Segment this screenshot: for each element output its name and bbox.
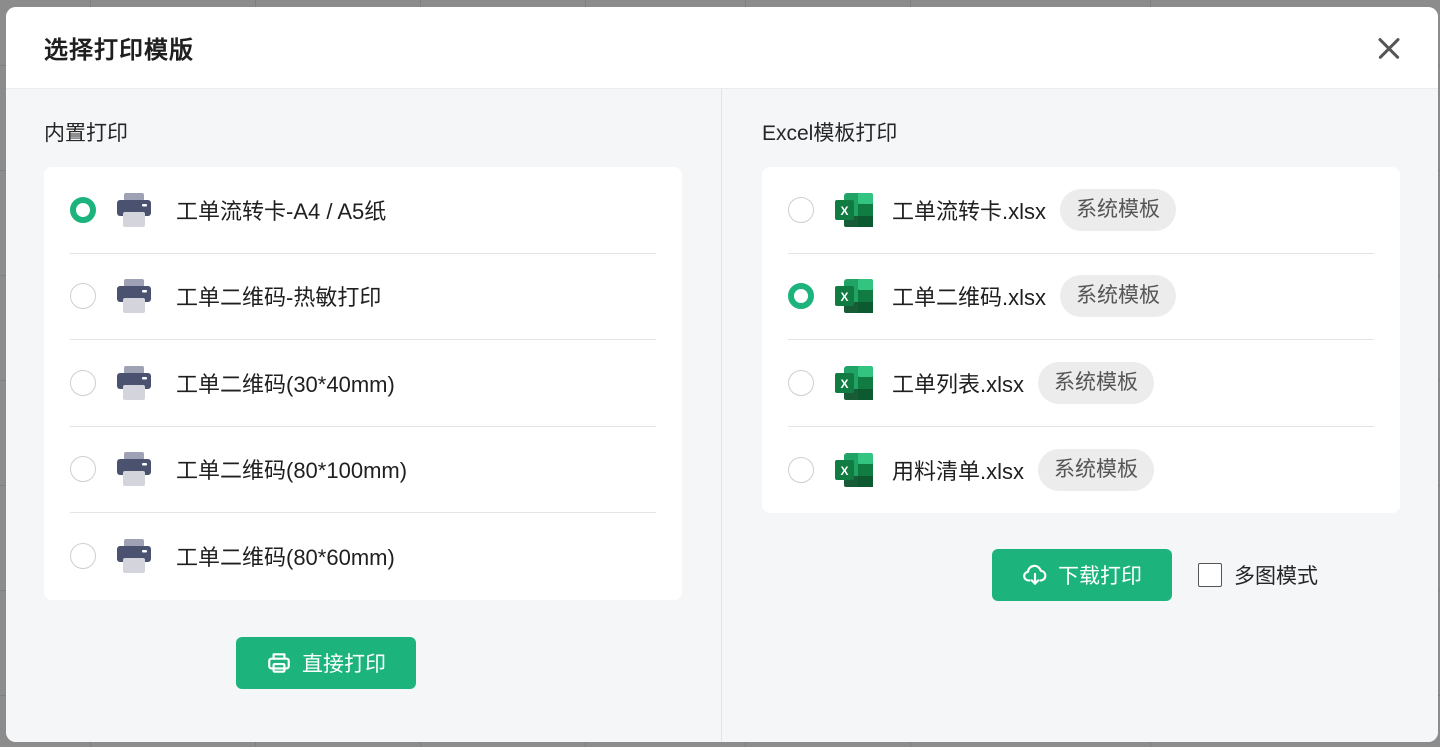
dialog-title: 选择打印模版 <box>44 37 194 64</box>
radio-button[interactable] <box>70 196 96 223</box>
multi-image-mode-checkbox[interactable] <box>1198 563 1222 587</box>
close-icon[interactable] <box>1372 31 1406 65</box>
radio-button[interactable] <box>788 283 814 310</box>
radio-button[interactable] <box>788 456 814 483</box>
system-template-badge: 系统模板 <box>1060 275 1177 318</box>
multi-image-mode-toggle[interactable]: 多图模式 <box>1198 560 1318 590</box>
excel-print-panel: Excel模板打印 X 工单流转卡.xlsx 系统模板 X 工单二维码.xlsx 系… <box>722 89 1438 742</box>
builtin-template-item[interactable]: 工单二维码(80*60mm) <box>70 513 656 600</box>
printer-icon <box>116 278 152 314</box>
radio-button[interactable] <box>788 196 814 223</box>
excel-file-icon: X <box>834 192 874 228</box>
excel-file-icon: X <box>834 278 874 314</box>
builtin-template-list: 工单流转卡-A4 / A5纸 工单二维码-热敏打印 工单二维码(30*40mm)… <box>44 167 682 600</box>
template-name: 工单列表.xlsx <box>892 371 1025 397</box>
template-name: 工单二维码(30*40mm) <box>176 371 395 397</box>
radio-button[interactable] <box>70 456 96 483</box>
system-template-badge: 系统模板 <box>1038 448 1155 491</box>
excel-print-title: Excel模板打印 <box>762 122 898 145</box>
template-name: 工单二维码(80*100mm) <box>176 458 408 484</box>
builtin-template-item[interactable]: 工单二维码(80*100mm) <box>70 427 656 513</box>
builtin-template-item[interactable]: 工单二维码-热敏打印 <box>70 254 656 340</box>
excel-actions: 下载打印 多图模式 <box>762 549 1400 601</box>
print-template-dialog: 选择打印模版 内置打印 工单流转卡-A4 / A5纸 工单二维码-热敏打印 工单… <box>6 7 1438 742</box>
printer-icon <box>116 451 152 487</box>
printer-icon <box>116 538 152 574</box>
download-print-label: 下载打印 <box>1058 565 1142 588</box>
radio-button[interactable] <box>788 369 814 396</box>
radio-button[interactable] <box>70 543 96 570</box>
direct-print-button[interactable]: 直接打印 <box>236 637 416 689</box>
builtin-template-item[interactable]: 工单二维码(30*40mm) <box>70 340 656 427</box>
builtin-template-item[interactable]: 工单流转卡-A4 / A5纸 <box>70 167 656 254</box>
download-print-button[interactable]: 下载打印 <box>992 549 1172 601</box>
template-name: 工单二维码.xlsx <box>892 285 1047 311</box>
dialog-header: 选择打印模版 <box>6 7 1438 89</box>
cloud-download-icon <box>1023 564 1047 585</box>
system-template-badge: 系统模板 <box>1038 361 1155 404</box>
printer-icon <box>116 192 152 228</box>
excel-template-item[interactable]: X 工单二维码.xlsx 系统模板 <box>788 254 1374 340</box>
excel-file-icon: X <box>834 365 874 401</box>
template-name: 工单二维码(80*60mm) <box>176 545 395 571</box>
printer-icon <box>116 365 152 401</box>
multi-image-mode-label: 多图模式 <box>1234 565 1318 588</box>
template-name: 工单流转卡.xlsx <box>892 198 1047 224</box>
builtin-print-panel: 内置打印 工单流转卡-A4 / A5纸 工单二维码-热敏打印 工单二维码(30*… <box>6 89 722 742</box>
direct-print-label: 直接打印 <box>302 653 386 676</box>
system-template-badge: 系统模板 <box>1060 188 1177 231</box>
radio-button[interactable] <box>70 369 96 396</box>
template-name: 工单二维码-热敏打印 <box>176 285 382 311</box>
template-name: 用料清单.xlsx <box>892 458 1025 484</box>
svg-text:X: X <box>840 464 848 478</box>
excel-template-item[interactable]: X 用料清单.xlsx 系统模板 <box>788 427 1374 514</box>
builtin-print-title: 内置打印 <box>44 122 128 145</box>
dialog-body: 内置打印 工单流转卡-A4 / A5纸 工单二维码-热敏打印 工单二维码(30*… <box>6 89 1438 742</box>
radio-button[interactable] <box>70 283 96 310</box>
template-name: 工单流转卡-A4 / A5纸 <box>176 198 387 224</box>
printer-outline-icon <box>268 653 290 673</box>
svg-text:X: X <box>840 377 848 391</box>
svg-text:X: X <box>840 204 848 218</box>
excel-file-icon: X <box>834 452 874 488</box>
svg-text:X: X <box>840 290 848 304</box>
excel-template-list: X 工单流转卡.xlsx 系统模板 X 工单二维码.xlsx 系统模板 X 工单列表… <box>762 167 1400 513</box>
excel-template-item[interactable]: X 工单流转卡.xlsx 系统模板 <box>788 167 1374 254</box>
excel-template-item[interactable]: X 工单列表.xlsx 系统模板 <box>788 340 1374 427</box>
